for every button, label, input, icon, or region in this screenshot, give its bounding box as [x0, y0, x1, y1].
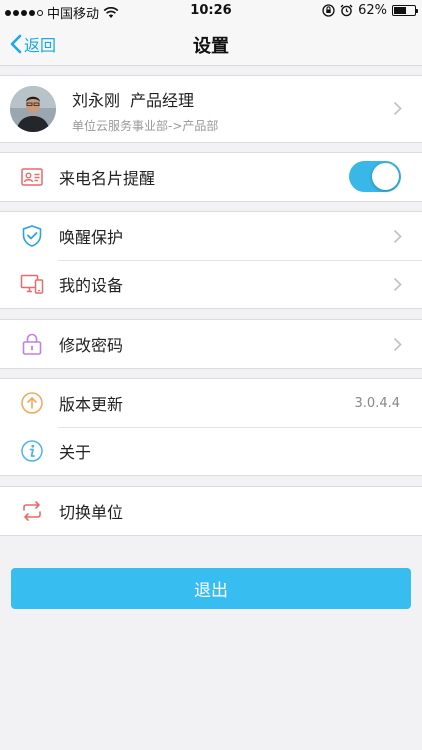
profile-role: 产品经理 — [130, 91, 195, 110]
profile-name: 刘永刚 — [72, 91, 121, 110]
version-number: 3.0.4.4 — [354, 395, 400, 411]
change-password-row[interactable]: 修改密码 — [0, 320, 422, 368]
status-right: 62% — [322, 3, 418, 18]
switch-unit-label: 切换单位 — [59, 503, 124, 522]
my-devices-label: 我的设备 — [59, 276, 124, 295]
avatar — [10, 86, 56, 132]
switch-unit-group: 切换单位 — [0, 486, 422, 536]
my-devices-row[interactable]: 我的设备 — [0, 260, 422, 308]
security-group: 唤醒保护 我的设备 — [0, 211, 422, 309]
lock-icon — [22, 333, 42, 355]
caller-card-row: 来电名片提醒 — [0, 153, 422, 201]
switch-arrows-icon — [23, 501, 41, 521]
devices-icon — [20, 274, 44, 294]
about-row[interactable]: 关于 — [0, 427, 422, 475]
profile-department: 单位云服务事业部->产品部 — [72, 119, 219, 133]
chevron-right-icon — [393, 277, 402, 292]
about-group: 版本更新 3.0.4.4 关于 — [0, 378, 422, 476]
battery-fill — [394, 7, 407, 14]
battery-icon — [392, 5, 418, 16]
change-password-label: 修改密码 — [59, 336, 124, 355]
upload-arrow-icon — [21, 392, 43, 414]
avatar-image — [10, 86, 56, 132]
password-group: 修改密码 — [0, 319, 422, 369]
chevron-right-icon — [393, 337, 402, 352]
navigation-bar: 返回 设置 — [0, 22, 422, 66]
wake-protection-label: 唤醒保护 — [59, 228, 124, 247]
caller-card-toggle[interactable] — [349, 161, 401, 192]
chevron-right-icon — [393, 101, 402, 116]
alarm-icon — [340, 4, 353, 17]
wake-protection-row[interactable]: 唤醒保护 — [0, 212, 422, 260]
chevron-right-icon — [393, 229, 402, 244]
contact-card-icon — [21, 168, 43, 186]
status-bar: 中国移动 10:26 62% — [0, 0, 422, 22]
battery-percent: 62% — [358, 3, 387, 18]
toggle-knob — [372, 163, 399, 190]
profile-group: 刘永刚 产品经理 单位云服务事业部->产品部 — [0, 75, 422, 143]
info-icon — [21, 440, 43, 462]
rotation-lock-icon — [322, 4, 335, 17]
profile-row[interactable]: 刘永刚 产品经理 单位云服务事业部->产品部 — [0, 76, 422, 142]
caller-card-label: 来电名片提醒 — [59, 169, 156, 188]
about-label: 关于 — [59, 443, 92, 462]
caller-card-group: 来电名片提醒 — [0, 152, 422, 202]
version-update-row[interactable]: 版本更新 3.0.4.4 — [0, 379, 422, 427]
page-title: 设置 — [193, 36, 229, 57]
version-update-label: 版本更新 — [59, 395, 124, 414]
profile-name-line: 刘永刚 产品经理 — [72, 87, 194, 111]
logout-button[interactable]: 退出 — [11, 568, 411, 609]
shield-check-icon — [22, 225, 42, 247]
switch-unit-row[interactable]: 切换单位 — [0, 487, 422, 535]
